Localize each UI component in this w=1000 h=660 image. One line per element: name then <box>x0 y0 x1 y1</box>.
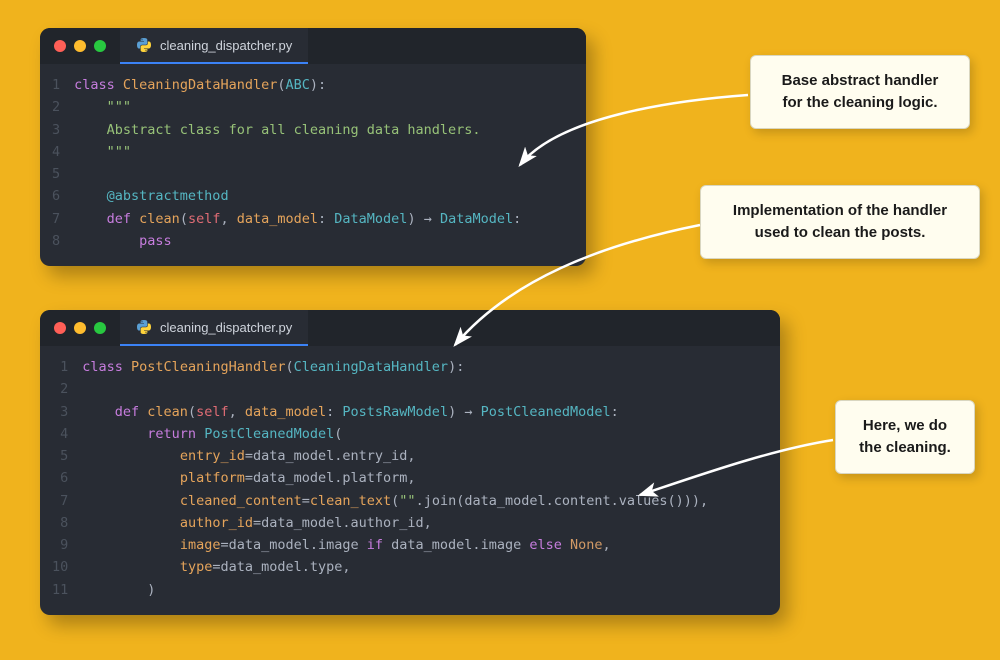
window-controls <box>40 28 120 64</box>
file-tab[interactable]: cleaning_dispatcher.py <box>120 310 308 346</box>
window-controls <box>40 310 120 346</box>
callout-implementation: Implementation of the handler used to cl… <box>700 185 980 259</box>
code-area[interactable]: 1 2 3 4 5 6 7 8 9 10 11 class PostCleani… <box>40 346 780 615</box>
line-gutter: 1 2 3 4 5 6 7 8 <box>40 74 74 252</box>
code-editor-window-1: cleaning_dispatcher.py 1 2 3 4 5 6 7 8 c… <box>40 28 586 266</box>
close-icon[interactable] <box>54 40 66 52</box>
maximize-icon[interactable] <box>94 40 106 52</box>
titlebar: cleaning_dispatcher.py <box>40 310 780 346</box>
minimize-icon[interactable] <box>74 40 86 52</box>
callout-text-line: Implementation of the handler <box>719 200 961 222</box>
tab-bar-fill <box>308 310 780 346</box>
python-icon <box>136 37 152 53</box>
callout-text-line: used to clean the posts. <box>719 222 961 244</box>
minimize-icon[interactable] <box>74 322 86 334</box>
tab-filename: cleaning_dispatcher.py <box>160 38 292 53</box>
callout-text-line: for the cleaning logic. <box>769 92 951 114</box>
callout-base-handler: Base abstract handler for the cleaning l… <box>750 55 970 129</box>
titlebar: cleaning_dispatcher.py <box>40 28 586 64</box>
close-icon[interactable] <box>54 322 66 334</box>
tab-filename: cleaning_dispatcher.py <box>160 320 292 335</box>
code-content: class CleaningDataHandler(ABC): """ Abst… <box>74 74 521 252</box>
callout-cleaning: Here, we do the cleaning. <box>835 400 975 474</box>
callout-text-line: Here, we do <box>854 415 956 437</box>
callout-text-line: the cleaning. <box>854 437 956 459</box>
callout-text-line: Base abstract handler <box>769 70 951 92</box>
file-tab[interactable]: cleaning_dispatcher.py <box>120 28 308 64</box>
maximize-icon[interactable] <box>94 322 106 334</box>
code-area[interactable]: 1 2 3 4 5 6 7 8 class CleaningDataHandle… <box>40 64 586 266</box>
python-icon <box>136 319 152 335</box>
tab-bar-fill <box>308 28 586 64</box>
line-gutter: 1 2 3 4 5 6 7 8 9 10 11 <box>40 356 82 601</box>
code-content: class PostCleaningHandler(CleaningDataHa… <box>82 356 708 601</box>
code-editor-window-2: cleaning_dispatcher.py 1 2 3 4 5 6 7 8 9… <box>40 310 780 615</box>
